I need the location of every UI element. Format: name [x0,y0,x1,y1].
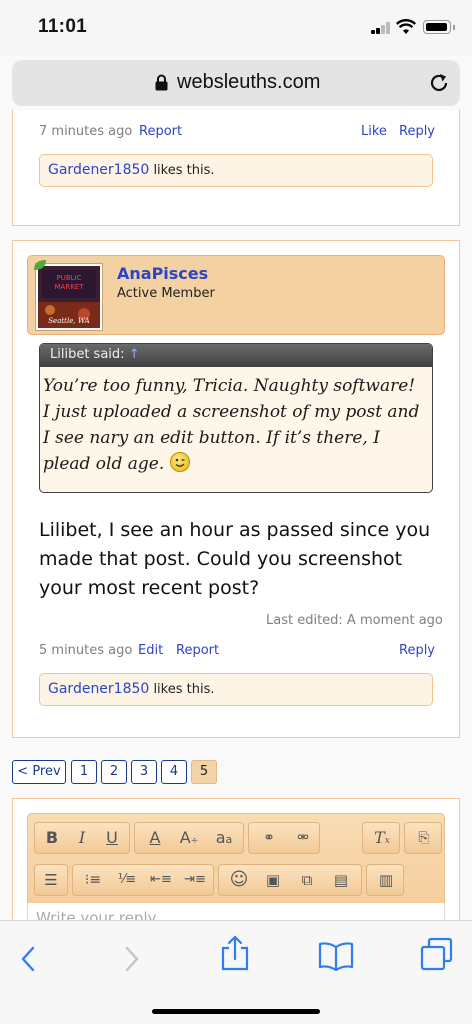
font-group: A A÷ aa [134,822,244,854]
text-color-icon[interactable]: A [139,823,171,853]
page-link-4[interactable]: 4 [161,760,187,784]
remove-format-group: Tx [362,822,400,854]
likes-summary: Gardener1850 likes this. [39,673,433,706]
cellular-signal-icon [371,22,391,34]
post-time: 7 minutes ago [39,124,133,139]
avatar-text-1: PUBLIC [57,274,82,282]
link-icon[interactable]: ⚭ [253,823,285,853]
reply-textarea[interactable]: Write your reply... [27,903,445,920]
home-indicator [152,1009,320,1014]
page-current-5: 5 [191,760,217,784]
bold-icon[interactable]: B [37,823,67,853]
reply-editor: B I U A A÷ aa ⚭ ⚮ Tx ⎘ ☰ ⁝≡ ⅟≡ ⇤≡ ⇥≡ ☺ ▣… [12,798,460,920]
remove-format-icon[interactable]: Tx [365,823,399,853]
post-author: PUBLIC MARKET Seattle, WA AnaPisces Acti… [27,255,445,335]
like-link[interactable]: Like [361,124,387,139]
toggle-source-group: ⎘ [404,822,442,854]
list-group: ⁝≡ ⅟≡ ⇤≡ ⇥≡ [72,864,214,896]
page-link-1[interactable]: 1 [71,760,97,784]
smiley-icon[interactable]: ☺ [223,865,255,895]
liker-link[interactable]: Gardener1850 [48,162,149,178]
post-message: Lilibet, I see an hour as passed since y… [39,519,431,599]
username[interactable]: AnaPisces [117,264,208,283]
reload-icon[interactable] [428,72,450,94]
edit-link[interactable]: Edit [138,643,163,658]
avatar-text-2: MARKET [55,283,85,291]
wifi-icon [396,19,416,34]
avatar-text-3: Seattle, WA [48,317,89,325]
text-style-group: B I U [34,822,130,854]
quote-header: Lilibet said: ↑ [40,344,432,367]
quote-text: You’re too funny, Tricia. Naughty softwa… [43,376,420,474]
back-icon[interactable] [18,945,38,973]
reply-link[interactable]: Reply [399,124,435,139]
liker-link[interactable]: Gardener1850 [48,681,149,697]
prev-page-button[interactable]: < Prev [12,760,66,784]
online-indicator-icon [34,260,46,270]
likes-summary: Gardener1850 likes this. [39,154,433,187]
post-time: 5 minutes ago [39,643,133,658]
numbered-list-icon[interactable]: ⅟≡ [111,865,143,895]
user-title: Active Member [117,286,215,301]
forward-icon[interactable] [122,945,142,973]
align-left-icon[interactable]: ☰ [36,865,66,895]
outdent-icon[interactable]: ⇤≡ [145,865,177,895]
wink-smiley-icon [169,452,190,472]
quote-text-container: You’re too funny, Tricia. Naughty softwa… [40,367,432,477]
likes-text: likes this. [149,682,215,697]
lock-icon [155,74,168,91]
save-group: ▥ [366,864,404,896]
bullet-list-icon[interactable]: ⁝≡ [77,865,109,895]
quote-author: Lilibet said: [50,347,129,362]
reply-link[interactable]: Reply [399,643,435,658]
quote-block: Lilibet said: ↑ You’re too funny, Tricia… [39,343,433,493]
font-size-icon[interactable]: A÷ [173,823,205,853]
italic-icon[interactable]: I [67,823,97,853]
last-edited: Last edited: A moment ago [266,613,443,628]
report-link[interactable]: Report [176,643,219,658]
tabs-icon[interactable] [420,937,454,971]
page-link-3[interactable]: 3 [131,760,157,784]
wrench-icon[interactable]: ⎘ [407,823,441,853]
align-group: ☰ [34,864,68,896]
page-link-2[interactable]: 2 [101,760,127,784]
post: PUBLIC MARKET Seattle, WA AnaPisces Acti… [12,240,460,738]
avatar[interactable]: PUBLIC MARKET Seattle, WA [36,264,102,330]
share-icon[interactable] [220,935,250,971]
media-icon[interactable]: ⧉ [291,865,323,895]
indent-icon[interactable]: ⇥≡ [179,865,211,895]
clock: 11:01 [38,16,88,37]
save-draft-icon[interactable]: ▥ [369,865,403,895]
page-content: 7 minutes ago Report Like Reply Gardener… [0,110,472,920]
insert-group: ☺ ▣ ⧉ ▤ [218,864,362,896]
font-family-icon[interactable]: aa [207,823,241,853]
image-icon[interactable]: ▣ [257,865,289,895]
url-text: websleuths.com [177,71,321,93]
unlink-icon[interactable]: ⚮ [287,823,319,853]
battery-icon [423,20,455,34]
underline-icon[interactable]: U [97,823,127,853]
quote-insert-icon[interactable]: ▤ [325,865,357,895]
report-link[interactable]: Report [139,124,182,139]
likes-text: likes this. [149,163,215,178]
status-bar: 11:01 [0,0,472,56]
address-bar[interactable]: websleuths.com [12,60,460,106]
bookmarks-icon[interactable] [318,941,354,971]
previous-post: 7 minutes ago Report Like Reply Gardener… [12,110,460,226]
quote-jump-icon[interactable]: ↑ [129,347,140,362]
link-group: ⚭ ⚮ [248,822,320,854]
